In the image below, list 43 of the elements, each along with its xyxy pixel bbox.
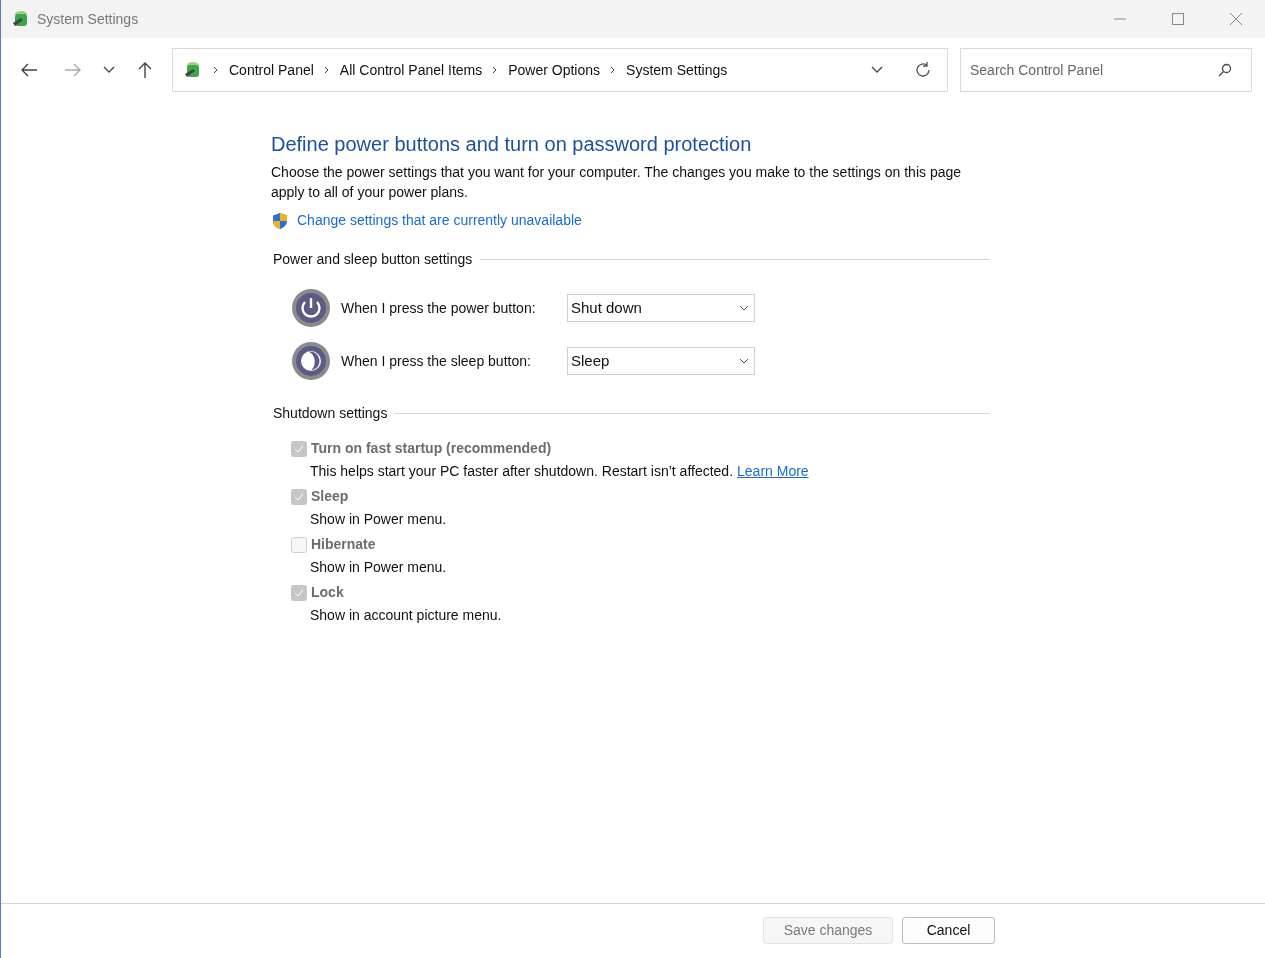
chevron-icon bbox=[610, 66, 617, 74]
caret-icon bbox=[103, 66, 115, 74]
chevron-icon bbox=[323, 66, 330, 74]
shield-icon bbox=[271, 211, 289, 230]
power-icon bbox=[291, 288, 331, 328]
moon-icon bbox=[291, 341, 331, 381]
section-title: Shutdown settings bbox=[272, 404, 389, 423]
maximize-icon bbox=[1172, 13, 1184, 25]
close-icon bbox=[1230, 13, 1242, 25]
dropdown[interactable]: Sleep bbox=[567, 347, 755, 375]
check-icon bbox=[294, 492, 304, 501]
option-description: Show in Power menu. bbox=[310, 558, 447, 577]
option-description: This helps start your PC faster after shutdown. Restart isn’t affected. bbox=[310, 462, 734, 481]
setting-label: When I press the power button: bbox=[341, 298, 537, 318]
section-title: Power and sleep button settings bbox=[272, 250, 474, 269]
checkbox-label: Hibernate bbox=[311, 535, 376, 554]
description-text: Choose the power settings that you want for your computer. The changes you make to the settings on this page apply to all of your power plans. bbox=[271, 163, 963, 202]
breadcrumb-item[interactable]: All Control Panel Items bbox=[339, 59, 483, 81]
checkbox-label: Lock bbox=[311, 583, 344, 602]
chevron-icon bbox=[213, 66, 219, 74]
check-icon bbox=[294, 588, 304, 597]
caret-icon bbox=[739, 305, 749, 311]
checkbox-label: Turn on fast startup (recommended) bbox=[311, 439, 552, 458]
breadcrumb-item[interactable]: Power Options bbox=[508, 59, 601, 81]
check-icon bbox=[294, 444, 304, 453]
refresh-button[interactable] bbox=[913, 60, 933, 80]
search-icon bbox=[1218, 63, 1232, 77]
breadcrumb-item[interactable]: Control Panel bbox=[229, 59, 314, 81]
caret-icon bbox=[739, 358, 749, 364]
option-description: Show in account picture menu. bbox=[310, 606, 502, 625]
setting-label: When I press the sleep button: bbox=[341, 351, 532, 371]
search-field[interactable]: Search Control Panel bbox=[960, 48, 1252, 92]
cancel-button[interactable]: Cancel bbox=[902, 917, 995, 944]
chevron-icon bbox=[492, 66, 499, 74]
page-heading: Define power buttons and turn on password protection bbox=[271, 132, 753, 157]
checkbox-label: Sleep bbox=[311, 487, 349, 506]
option-description: Show in Power menu. bbox=[310, 510, 447, 529]
dropdown[interactable]: Shut down bbox=[567, 294, 755, 322]
breadcrumb-item[interactable]: System Settings bbox=[626, 59, 728, 81]
change-settings-link[interactable]: Change settings that are currently unavailable bbox=[297, 210, 582, 231]
address-bar[interactable]: Control Panel All Control Panel Items Power Options System Settings bbox=[172, 48, 948, 92]
window-title: System Settings bbox=[37, 9, 139, 29]
caret-icon bbox=[871, 66, 883, 74]
